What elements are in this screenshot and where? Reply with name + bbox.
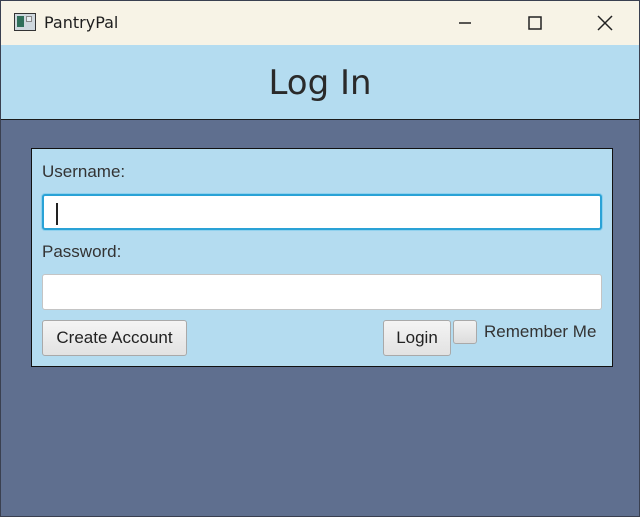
login-button[interactable]: Login <box>383 320 451 356</box>
page-header: Log In <box>1 45 639 120</box>
create-account-button[interactable]: Create Account <box>42 320 187 356</box>
text-caret <box>56 203 58 225</box>
password-field[interactable] <box>42 274 602 310</box>
page-title: Log In <box>268 63 372 103</box>
remember-me-label[interactable]: Remember Me <box>484 322 596 342</box>
minimize-icon <box>459 22 471 24</box>
close-icon <box>597 15 613 31</box>
close-button[interactable] <box>570 1 640 45</box>
window-title: PantryPal <box>44 13 119 32</box>
maximize-icon <box>528 16 542 30</box>
app-icon <box>14 13 36 31</box>
username-label: Username: <box>42 162 126 181</box>
title-bar[interactable]: PantryPal <box>1 1 639 45</box>
app-icon-right <box>26 16 32 22</box>
login-form: Username: Password: Create Account Login… <box>31 148 613 367</box>
username-field[interactable] <box>42 194 602 230</box>
app-window: PantryPal Log In Username: Password: Cre… <box>0 0 640 517</box>
password-label: Password: <box>42 242 122 261</box>
app-icon-left <box>17 16 24 27</box>
maximize-button[interactable] <box>500 1 570 45</box>
minimize-button[interactable] <box>430 1 500 45</box>
remember-me-checkbox[interactable] <box>453 320 477 344</box>
